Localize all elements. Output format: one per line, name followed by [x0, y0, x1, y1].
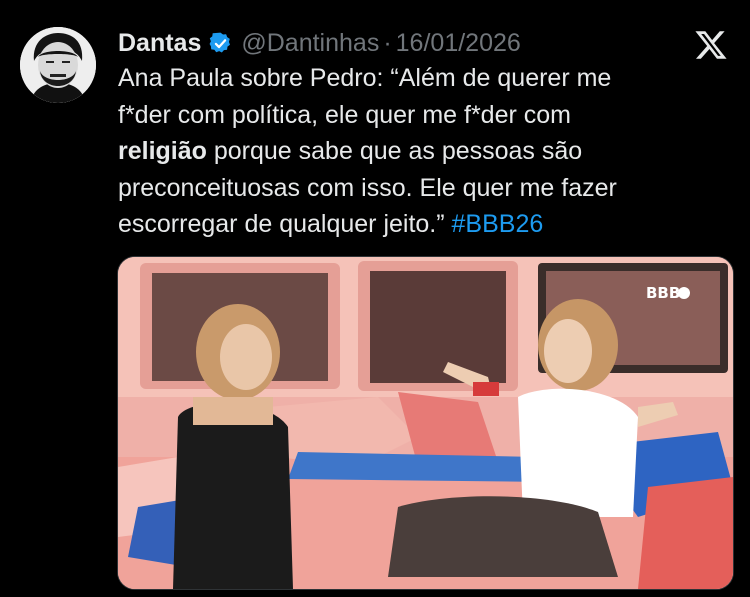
tweet-date[interactable]: 16/01/2026 — [396, 29, 521, 58]
verified-badge-icon — [208, 31, 233, 56]
author-handle[interactable]: @Dantinhas — [241, 29, 379, 58]
tweet-text-line: f*der com política, ele quer me f*der co… — [118, 100, 571, 129]
bbb-watermark: BBB — [646, 284, 680, 302]
author-name[interactable]: Dantas — [118, 29, 201, 58]
tweet-text-line: Ana Paula sobre Pedro: “Além de querer m… — [118, 64, 612, 92]
x-logo-icon — [694, 28, 728, 62]
tweet-text-line: escorregar de qualquer jeito.” #BBB26 — [118, 206, 728, 243]
separator-dot: · — [383, 28, 392, 57]
tweet-text-fragment: escorregar de qualquer jeito.” — [118, 210, 452, 238]
tweet-header: Dantas @Dantinhas · 16/01/2026 — [118, 26, 521, 60]
hashtag-link[interactable]: #BBB26 — [452, 210, 544, 238]
tweet-text: Ana Paula sobre Pedro: “Além de querer m… — [118, 60, 728, 243]
tweet-text-line: religião porque sabe que as pessoas são — [118, 133, 728, 170]
tweet-text-line: preconceituosas com isso. Ele quer me fa… — [118, 173, 617, 202]
bold-word: religião — [118, 137, 207, 165]
tweet-media-image[interactable]: BBB — [117, 256, 734, 590]
author-avatar[interactable] — [20, 27, 96, 103]
tweet-text-fragment: porque sabe que as pessoas são — [206, 137, 583, 165]
avatar-photo — [20, 27, 96, 103]
media-scene: BBB — [118, 257, 733, 589]
